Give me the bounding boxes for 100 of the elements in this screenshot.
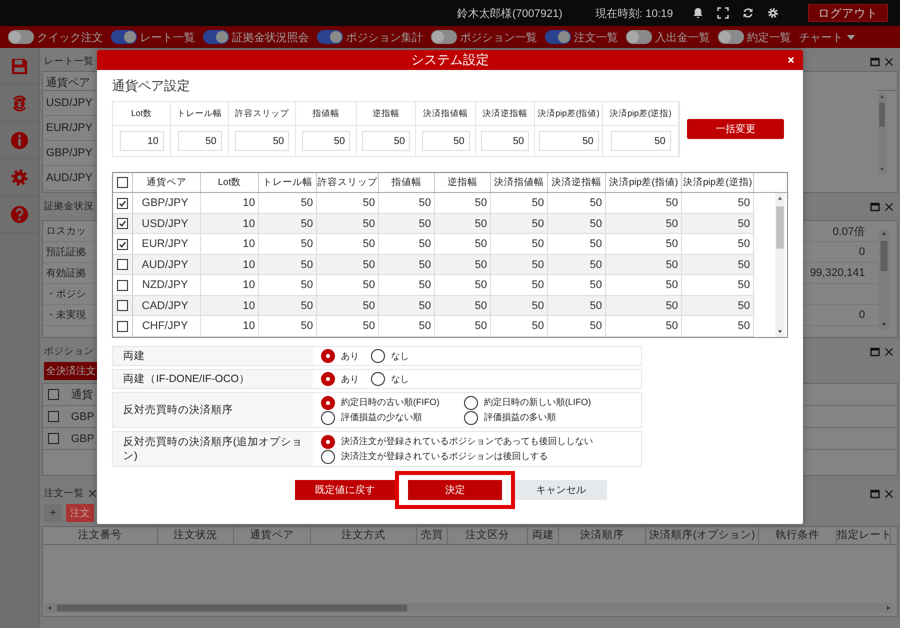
number-field[interactable]: 10 xyxy=(120,131,164,151)
nav-label[interactable]: ポジション一覧 xyxy=(460,30,537,44)
table-cell: NZD/JPY xyxy=(133,275,201,295)
radio-label[interactable]: 決済注文が登録されているポジションは後回しする xyxy=(341,450,548,463)
radio-button[interactable] xyxy=(321,410,335,424)
column-header: 両建 xyxy=(528,527,559,544)
toggle-switch[interactable] xyxy=(718,30,744,44)
fullscreen-icon[interactable] xyxy=(717,7,729,19)
maximize-icon[interactable] xyxy=(870,202,880,212)
toggle-switch[interactable] xyxy=(203,30,229,44)
logout-button[interactable]: ログアウト xyxy=(808,4,888,22)
number-field[interactable]: 50 xyxy=(422,131,470,151)
table-cell: 50 xyxy=(317,214,379,234)
radio-label[interactable]: 約定日時の新しい順(LIFO) xyxy=(484,396,591,409)
checkbox[interactable] xyxy=(117,198,128,208)
close-icon[interactable] xyxy=(884,56,894,66)
checkbox[interactable] xyxy=(48,433,58,444)
number-field[interactable]: 50 xyxy=(481,131,529,151)
option-label: 反対売買時の決済順序 xyxy=(123,403,233,417)
table-cell: 10 xyxy=(201,254,259,274)
panel-title: 証拠金状況 xyxy=(44,200,94,213)
toggle-switch[interactable] xyxy=(626,30,652,44)
checkbox[interactable] xyxy=(117,259,128,270)
radio-button[interactable] xyxy=(464,410,478,424)
checkbox[interactable] xyxy=(48,411,58,422)
maximize-icon[interactable] xyxy=(870,56,880,66)
close-icon[interactable] xyxy=(884,202,894,212)
radio-label[interactable]: 約定日時の古い順(FIFO) xyxy=(341,396,440,409)
number-field[interactable]: 50 xyxy=(362,131,410,151)
number-field[interactable]: 50 xyxy=(235,131,289,151)
checkbox[interactable] xyxy=(117,238,128,250)
dialog-button[interactable]: 決定 xyxy=(408,480,502,500)
radio-label[interactable]: 評価損益の多い順 xyxy=(484,411,556,424)
maximize-icon[interactable] xyxy=(870,488,880,498)
radio-button[interactable] xyxy=(321,349,335,363)
radio-label[interactable]: 決済注文が登録されているポジションであっても後回ししない xyxy=(341,435,593,448)
nav-label[interactable]: ポジション集計 xyxy=(346,30,423,44)
scrollbar[interactable] xyxy=(45,603,893,613)
number-field[interactable]: 50 xyxy=(302,131,350,151)
table-cell: 10 xyxy=(201,275,259,295)
close-icon[interactable] xyxy=(88,489,97,498)
radio-button[interactable] xyxy=(321,450,335,464)
table-cell: 50 xyxy=(379,254,435,274)
radio-button[interactable] xyxy=(321,372,335,386)
radio-button[interactable] xyxy=(371,372,385,386)
apply-all-button[interactable]: 一括変更 xyxy=(687,119,784,139)
refresh-icon[interactable] xyxy=(742,7,754,19)
toggle-switch[interactable] xyxy=(317,30,343,44)
radio-label[interactable]: あり xyxy=(341,372,359,386)
radio-button[interactable] xyxy=(371,349,385,363)
dialog-title: システム設定 xyxy=(411,51,489,69)
radio-button[interactable] xyxy=(321,434,335,448)
checkbox[interactable] xyxy=(117,177,128,188)
table-cell: 50 xyxy=(548,193,606,213)
close-icon[interactable] xyxy=(884,346,894,356)
radio-label[interactable]: なし xyxy=(391,372,409,386)
checkbox[interactable] xyxy=(117,320,128,332)
number-field[interactable]: 50 xyxy=(610,131,670,151)
column-header: 決済逆指幅 xyxy=(548,173,606,192)
toggle-switch[interactable] xyxy=(111,30,137,44)
column-header: 注文区分 xyxy=(448,527,528,544)
radio-label[interactable]: あり xyxy=(341,350,359,362)
nav-label[interactable]: クイック注文 xyxy=(37,30,103,44)
table-cell: 50 xyxy=(682,214,754,234)
nav-menu[interactable]: チャート xyxy=(799,30,855,44)
maximize-icon[interactable] xyxy=(870,346,880,356)
bell-icon[interactable] xyxy=(692,7,704,19)
toggle-switch[interactable] xyxy=(431,30,457,44)
column-header: 執行条件 xyxy=(759,527,837,544)
option-label: 反対売買時の決済順序(追加オプション) xyxy=(123,435,304,463)
checkbox[interactable] xyxy=(117,300,128,311)
toggle-switch[interactable] xyxy=(8,30,34,44)
radio-button[interactable] xyxy=(464,396,478,410)
column-header: 決済順序(オプション) xyxy=(646,527,759,544)
table-cell: GBP/JPY xyxy=(133,193,201,213)
nav-label[interactable]: 証拠金状況照会 xyxy=(232,30,309,44)
scrollbar[interactable] xyxy=(775,193,785,337)
nav-label[interactable]: 約定一覧 xyxy=(747,30,791,44)
nav-label[interactable]: 入出金一覧 xyxy=(655,30,710,44)
settle-all-button[interactable]: 全決済注文 xyxy=(44,362,98,380)
table-cell: 50 xyxy=(259,275,317,295)
nav-label[interactable]: レート一覧 xyxy=(140,30,195,44)
table-cell: 50 xyxy=(491,234,548,254)
radio-button[interactable] xyxy=(321,396,335,410)
close-icon[interactable] xyxy=(884,488,894,498)
dialog-button[interactable]: キャンセル xyxy=(515,480,607,500)
number-field[interactable]: 50 xyxy=(538,131,598,151)
checkbox[interactable] xyxy=(48,389,58,400)
toggle-switch[interactable] xyxy=(545,30,571,44)
table-cell: 50 xyxy=(259,316,317,336)
number-field[interactable]: 50 xyxy=(178,131,222,151)
checkbox[interactable] xyxy=(117,280,128,290)
radio-label[interactable]: なし xyxy=(391,350,409,362)
checkbox[interactable] xyxy=(117,218,128,229)
table-cell: 50 xyxy=(606,254,682,274)
nav-label[interactable]: 注文一覧 xyxy=(574,30,618,44)
dialog-button[interactable]: 既定値に戻す xyxy=(295,480,395,500)
table-cell: 50 xyxy=(379,296,435,316)
scrollbar[interactable] xyxy=(877,93,887,173)
radio-label[interactable]: 評価損益の少ない順 xyxy=(341,411,422,424)
